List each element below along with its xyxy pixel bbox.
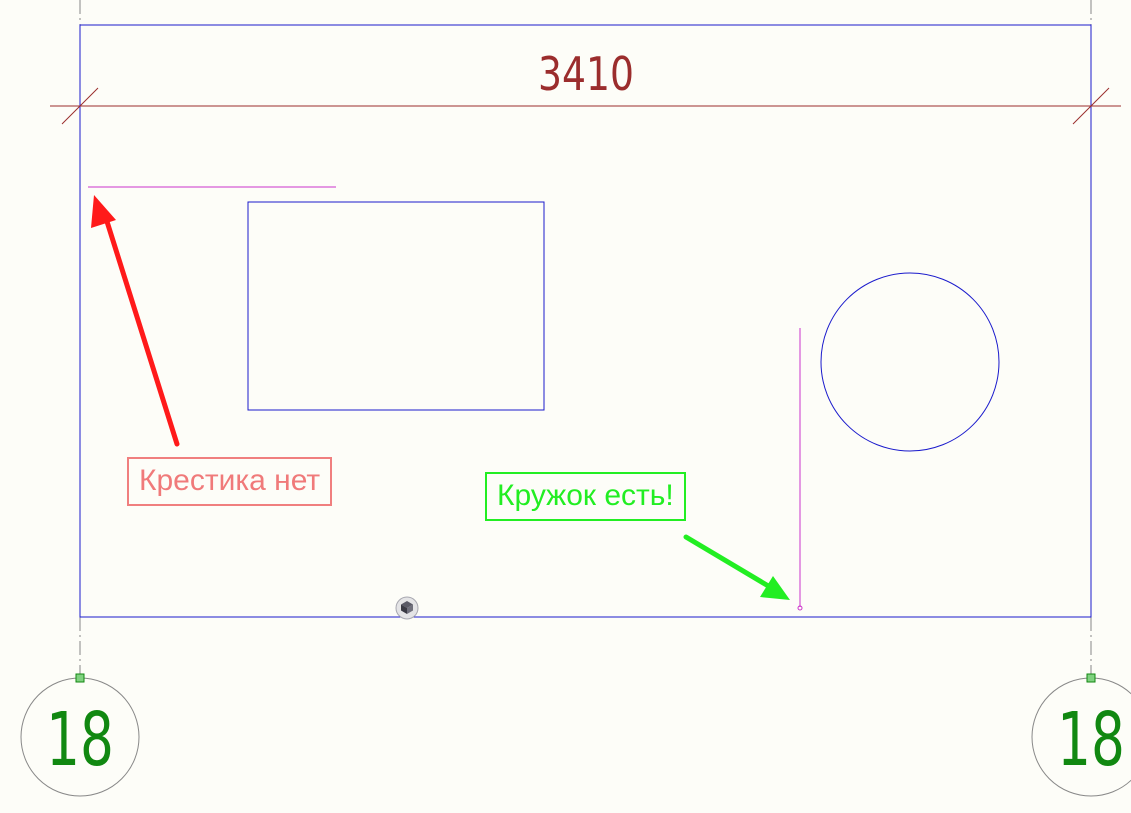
outer-outline[interactable] bbox=[79, 24, 1092, 618]
green-arrow-head bbox=[760, 576, 790, 600]
axis-marker-left-label: 18 bbox=[46, 697, 114, 783]
callout-has-circle: Кружок есть! bbox=[485, 472, 686, 521]
red-arrow-shaft bbox=[101, 209, 180, 447]
blue-circle[interactable] bbox=[820, 272, 1000, 452]
view-cube-icon[interactable] bbox=[395, 596, 419, 620]
drawing-canvas: 3410 18 18 bbox=[20, 0, 1131, 797]
callout-has-circle-text: Кружок есть! bbox=[497, 479, 674, 512]
callout-no-cross-text: Крестика нет bbox=[139, 464, 321, 497]
blue-rectangle[interactable] bbox=[247, 201, 545, 411]
callout-no-cross: Крестика нет bbox=[127, 457, 333, 506]
red-arrow-head bbox=[91, 195, 116, 228]
dimension-label[interactable]: 3410 bbox=[538, 47, 634, 101]
axis-marker-right-label: 18 bbox=[1057, 697, 1125, 783]
axis-grip-right[interactable] bbox=[1086, 673, 1096, 683]
green-arrow-shaft bbox=[683, 534, 773, 590]
axis-grip-left[interactable] bbox=[75, 673, 85, 683]
